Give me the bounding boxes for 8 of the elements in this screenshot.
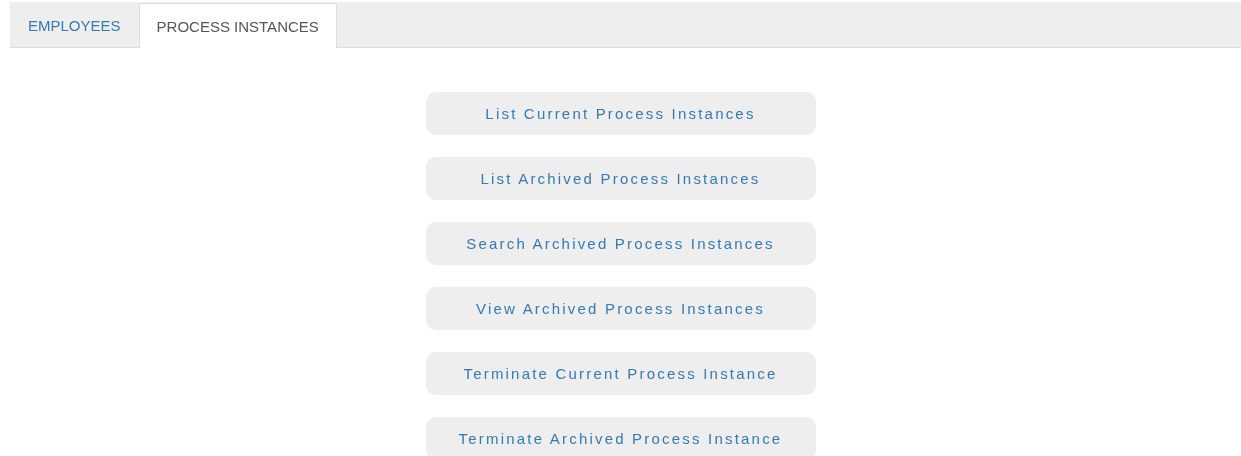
tab[interactable]: EMPLOYEES — [10, 3, 139, 47]
action-button[interactable]: Terminate Archived Process Instance — [425, 417, 816, 456]
action-button[interactable]: List Archived Process Instances — [425, 157, 816, 200]
action-button[interactable]: View Archived Process Instances — [425, 287, 816, 330]
action-button[interactable]: List Current Process Instances — [425, 92, 816, 135]
tab[interactable]: PROCESS INSTANCES — [138, 3, 337, 48]
action-button[interactable]: Search Archived Process Instances — [425, 222, 816, 265]
action-button[interactable]: Terminate Current Process Instance — [425, 352, 816, 395]
